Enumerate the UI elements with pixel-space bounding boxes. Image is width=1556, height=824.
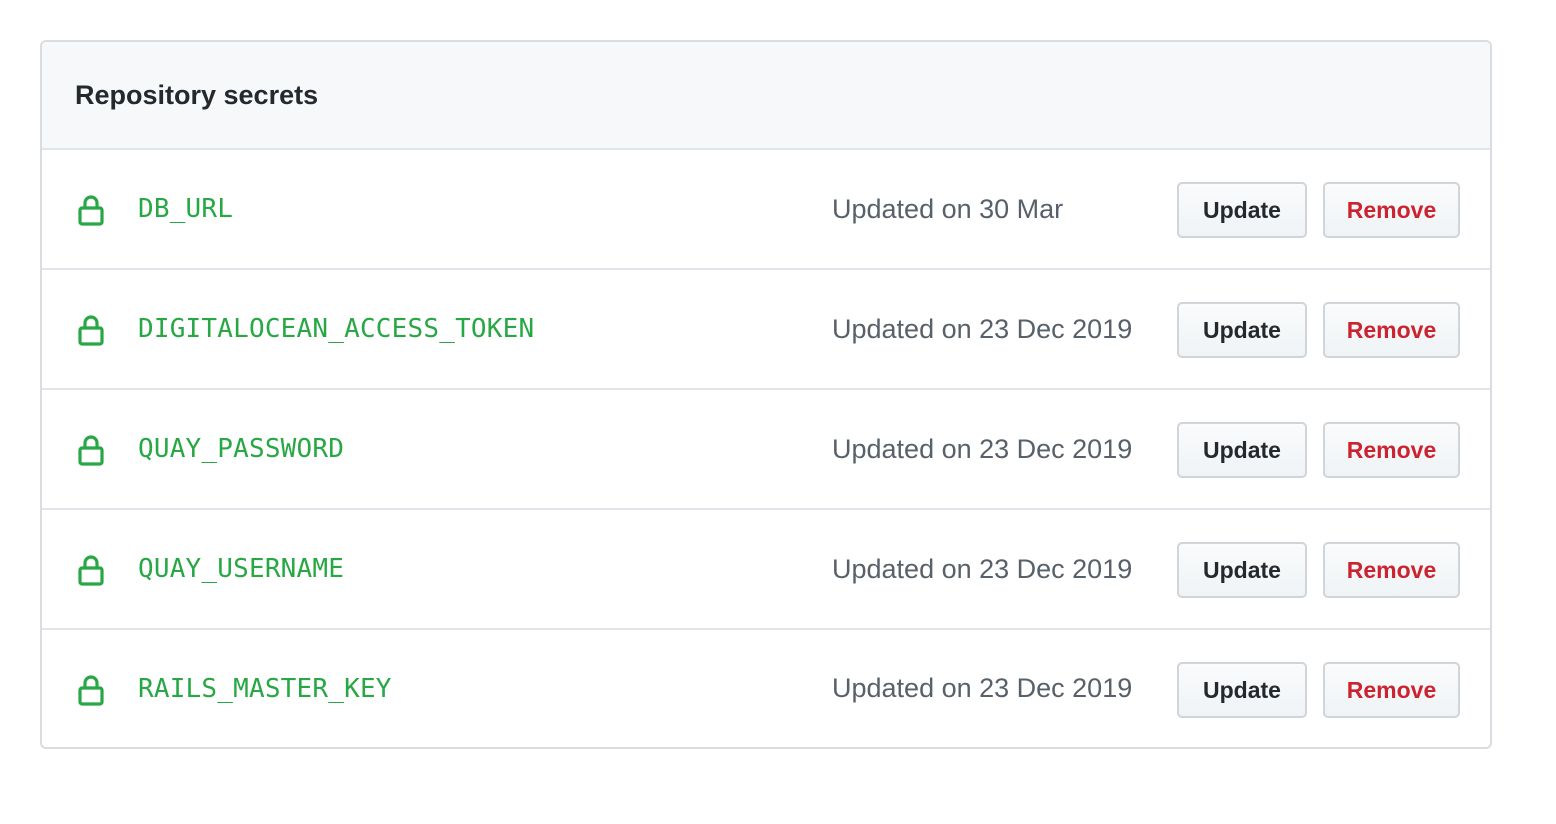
panel-title: Repository secrets: [75, 79, 319, 110]
secret-row: RAILS_MASTER_KEY Updated on 23 Dec 2019 …: [42, 630, 1490, 747]
secret-name: DB_URL: [138, 194, 234, 224]
lock-icon: [78, 315, 104, 346]
updated-timestamp: Updated on 23 Dec 2019: [832, 313, 1133, 344]
update-button[interactable]: Update: [1177, 542, 1307, 598]
secret-row: DIGITALOCEAN_ACCESS_TOKEN Updated on 23 …: [42, 270, 1490, 390]
updated-timestamp: Updated on 30 Mar: [832, 193, 1064, 224]
repository-secrets-panel: Repository secrets DB_URL Updated on 30 …: [40, 40, 1492, 749]
lock-icon: [78, 555, 104, 586]
secret-row: QUAY_USERNAME Updated on 23 Dec 2019 Upd…: [42, 510, 1490, 630]
update-button[interactable]: Update: [1177, 302, 1307, 358]
updated-timestamp: Updated on 23 Dec 2019: [832, 433, 1133, 464]
secret-name: QUAY_PASSWORD: [138, 434, 345, 464]
updated-timestamp: Updated on 23 Dec 2019: [832, 673, 1133, 703]
lock-icon: [78, 675, 104, 706]
secret-name: DIGITALOCEAN_ACCESS_TOKEN: [138, 314, 535, 344]
update-button[interactable]: Update: [1177, 662, 1307, 718]
panel-header: Repository secrets: [42, 42, 1490, 150]
updated-timestamp: Updated on 23 Dec 2019: [832, 553, 1133, 584]
remove-button[interactable]: Remove: [1323, 422, 1460, 478]
update-button[interactable]: Update: [1177, 422, 1307, 478]
remove-button[interactable]: Remove: [1323, 662, 1460, 718]
secret-name: RAILS_MASTER_KEY: [138, 673, 392, 704]
lock-icon: [78, 195, 104, 226]
lock-icon: [78, 435, 104, 466]
secret-row: QUAY_PASSWORD Updated on 23 Dec 2019 Upd…: [42, 390, 1490, 510]
update-button[interactable]: Update: [1177, 182, 1307, 238]
remove-button[interactable]: Remove: [1323, 182, 1460, 238]
remove-button[interactable]: Remove: [1323, 302, 1460, 358]
remove-button[interactable]: Remove: [1323, 542, 1460, 598]
secret-row: DB_URL Updated on 30 Mar Update Remove: [42, 150, 1490, 270]
secret-name: QUAY_USERNAME: [138, 554, 345, 584]
